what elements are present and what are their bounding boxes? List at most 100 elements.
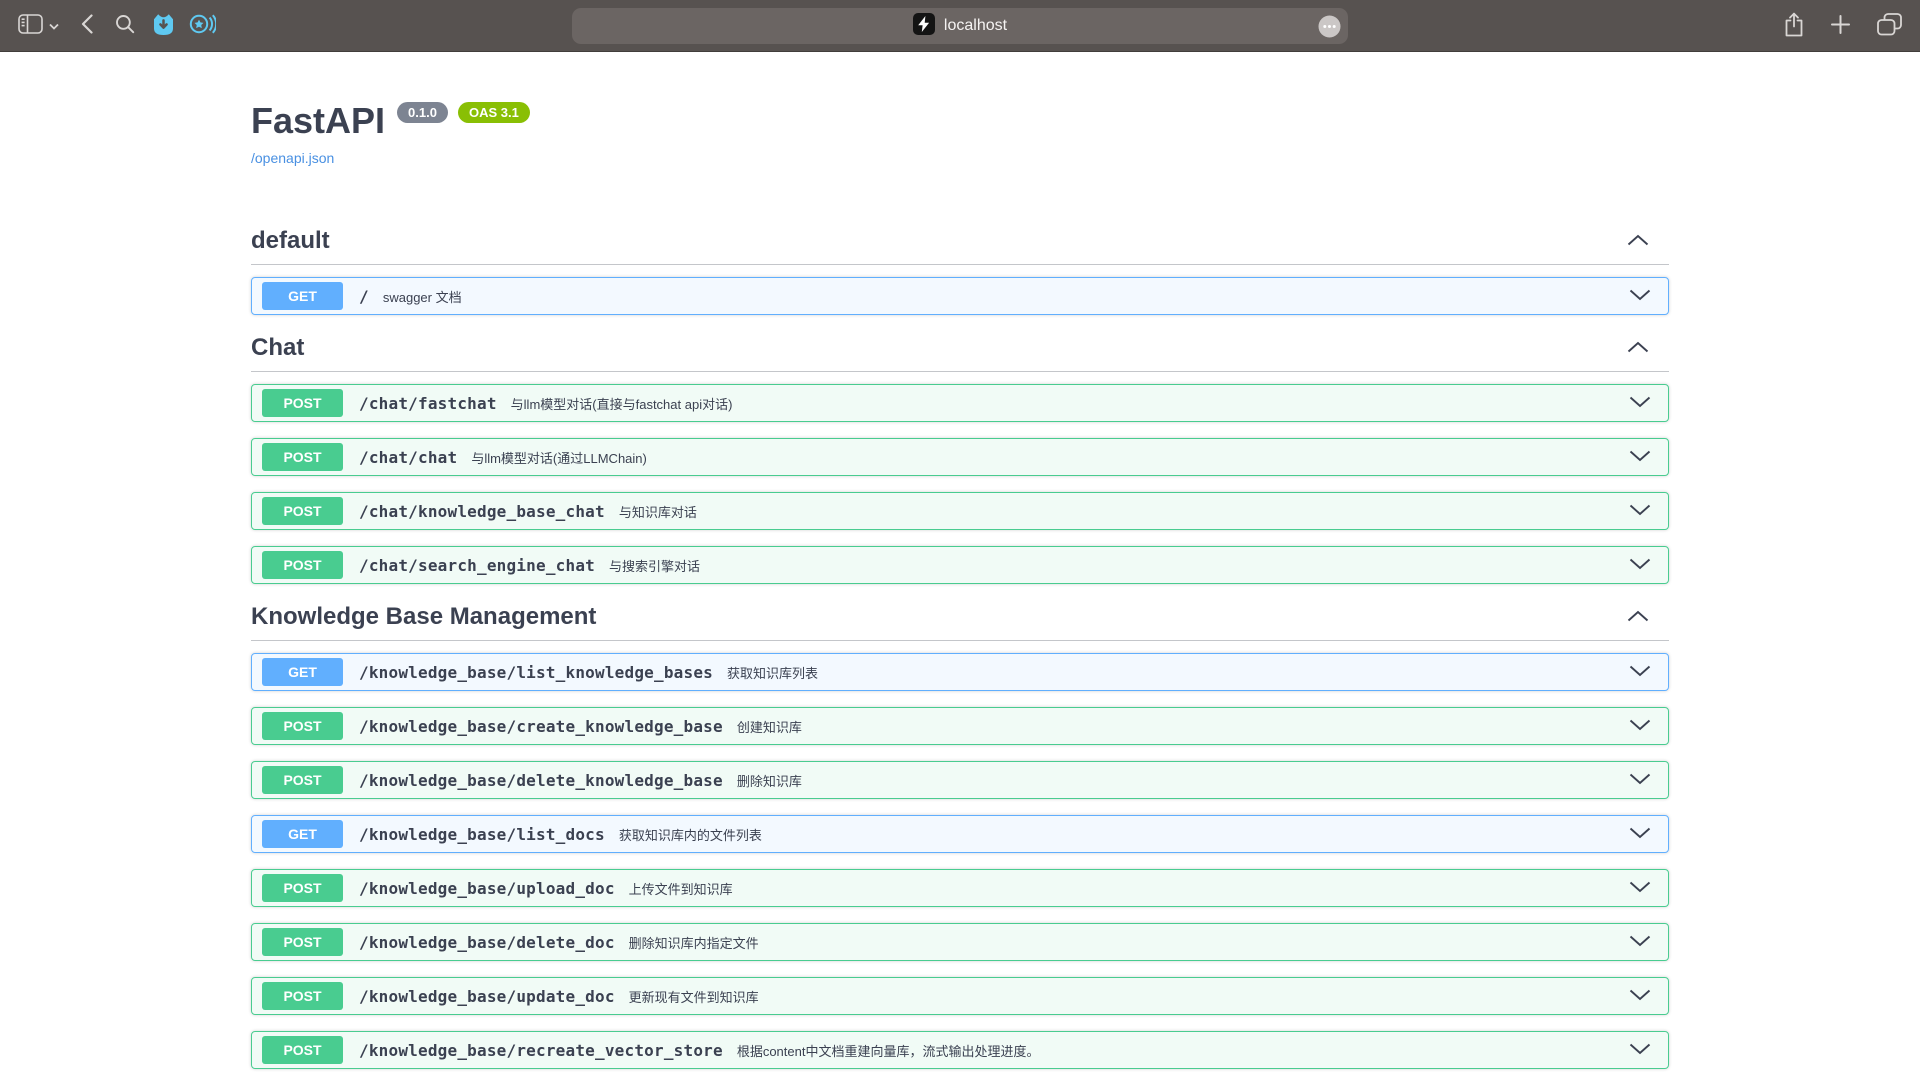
- api-title-text: FastAPI: [251, 100, 385, 142]
- chevron-down-icon: [1629, 719, 1651, 734]
- api-section: Chat POST /chat/fastchat 与llm模型对话(直接与fas…: [251, 333, 1669, 584]
- extension-shield-button[interactable]: [152, 12, 175, 39]
- method-badge: POST: [262, 928, 343, 956]
- endpoint-path: /knowledge_base/delete_doc: [359, 933, 615, 952]
- section-collapse-button[interactable]: [1615, 234, 1661, 249]
- endpoint-path: /: [359, 287, 369, 306]
- url-text: localhost: [944, 17, 1007, 35]
- url-bar[interactable]: localhost: [572, 8, 1348, 44]
- search-icon: [115, 14, 135, 37]
- chevron-down-icon: [1629, 827, 1651, 842]
- endpoint-description: 获取知识库列表: [727, 663, 818, 682]
- endpoint-path: /chat/knowledge_base_chat: [359, 502, 605, 521]
- browser-toolbar: localhost: [0, 0, 1920, 52]
- endpoint-description: 创建知识库: [737, 717, 802, 736]
- api-info: FastAPI 0.1.0 OAS 3.1 /openapi.json: [251, 100, 1669, 168]
- endpoint-row[interactable]: POST /knowledge_base/upload_doc 上传文件到知识库: [251, 869, 1669, 907]
- chevron-down-icon: [1629, 396, 1651, 411]
- endpoint-expand-button[interactable]: [1622, 989, 1658, 1004]
- endpoint-row[interactable]: POST /chat/knowledge_base_chat 与知识库对话: [251, 492, 1669, 530]
- chevron-up-icon: [1627, 610, 1649, 625]
- section-header[interactable]: Chat: [251, 333, 1669, 372]
- endpoint-expand-button[interactable]: [1622, 881, 1658, 896]
- method-badge: GET: [262, 820, 343, 848]
- endpoint-row[interactable]: POST /chat/search_engine_chat 与搜索引擎对话: [251, 546, 1669, 584]
- endpoint-expand-button[interactable]: [1622, 289, 1658, 304]
- chevron-down-icon: [1629, 558, 1651, 573]
- endpoint-description: 根据content中文档重建向量库，流式输出处理进度。: [737, 1041, 1040, 1060]
- oas-badge: OAS 3.1: [458, 102, 530, 123]
- method-badge: GET: [262, 658, 343, 686]
- chevron-up-icon: [1627, 234, 1649, 249]
- endpoint-description: 与知识库对话: [619, 502, 697, 521]
- new-tab-icon: [1831, 15, 1850, 37]
- page-more-button[interactable]: [1318, 15, 1341, 41]
- endpoint-expand-button[interactable]: [1622, 719, 1658, 734]
- endpoint-path: /chat/search_engine_chat: [359, 556, 595, 575]
- endpoint-row[interactable]: POST /chat/chat 与llm模型对话(通过LLMChain): [251, 438, 1669, 476]
- section-header[interactable]: Knowledge Base Management: [251, 602, 1669, 641]
- chevron-down-icon: [1629, 450, 1651, 465]
- sidebar-toggle-icon: [18, 14, 43, 37]
- tabs-overview-button[interactable]: [1877, 13, 1902, 39]
- endpoint-row[interactable]: POST /chat/fastchat 与llm模型对话(直接与fastchat…: [251, 384, 1669, 422]
- chevron-down-icon: [1629, 1043, 1651, 1058]
- endpoint-row[interactable]: POST /knowledge_base/delete_knowledge_ba…: [251, 761, 1669, 799]
- method-badge: POST: [262, 389, 343, 417]
- endpoint-path: /chat/fastchat: [359, 394, 497, 413]
- chevron-down-icon: [1629, 289, 1651, 304]
- endpoint-path: /chat/chat: [359, 448, 457, 467]
- endpoint-path: /knowledge_base/list_docs: [359, 825, 605, 844]
- page-title: FastAPI 0.1.0 OAS 3.1: [251, 100, 1669, 142]
- endpoint-path: /knowledge_base/delete_knowledge_base: [359, 771, 723, 790]
- search-button[interactable]: [115, 14, 135, 37]
- endpoint-expand-button[interactable]: [1622, 504, 1658, 519]
- back-button[interactable]: [81, 14, 93, 37]
- share-button[interactable]: [1784, 12, 1804, 40]
- extension-shield-icon: [152, 12, 175, 39]
- section-header[interactable]: default: [251, 226, 1669, 265]
- chevron-up-icon: [1627, 341, 1649, 356]
- endpoint-list: GET /knowledge_base/list_knowledge_bases…: [251, 641, 1669, 1069]
- endpoint-row[interactable]: POST /knowledge_base/create_knowledge_ba…: [251, 707, 1669, 745]
- endpoint-path: /knowledge_base/update_doc: [359, 987, 615, 1006]
- endpoint-expand-button[interactable]: [1622, 558, 1658, 573]
- method-badge: POST: [262, 497, 343, 525]
- endpoint-description: 与llm模型对话(通过LLMChain): [471, 448, 647, 467]
- section-collapse-button[interactable]: [1615, 341, 1661, 356]
- endpoint-expand-button[interactable]: [1622, 935, 1658, 950]
- method-badge: POST: [262, 982, 343, 1010]
- section-collapse-button[interactable]: [1615, 610, 1661, 625]
- endpoint-row[interactable]: GET /knowledge_base/list_knowledge_bases…: [251, 653, 1669, 691]
- endpoint-row[interactable]: POST /knowledge_base/recreate_vector_sto…: [251, 1031, 1669, 1069]
- endpoint-list: POST /chat/fastchat 与llm模型对话(直接与fastchat…: [251, 372, 1669, 584]
- api-section: default GET / swagger 文档: [251, 226, 1669, 315]
- section-title: Knowledge Base Management: [251, 602, 596, 632]
- endpoint-expand-button[interactable]: [1622, 773, 1658, 788]
- endpoint-row[interactable]: POST /knowledge_base/update_doc 更新现有文件到知…: [251, 977, 1669, 1015]
- endpoint-expand-button[interactable]: [1622, 665, 1658, 680]
- swagger-page: FastAPI 0.1.0 OAS 3.1 /openapi.json defa…: [251, 52, 1669, 1069]
- endpoint-description: 与搜索引擎对话: [609, 556, 700, 575]
- extension-radar-icon: [189, 12, 216, 39]
- endpoint-row[interactable]: POST /knowledge_base/delete_doc 删除知识库内指定…: [251, 923, 1669, 961]
- endpoint-expand-button[interactable]: [1622, 450, 1658, 465]
- sidebar-toggle-button[interactable]: [18, 14, 59, 37]
- tab-group-chevron-icon: [49, 18, 59, 33]
- chevron-down-icon: [1629, 665, 1651, 680]
- api-section: Knowledge Base Management GET /knowledge…: [251, 602, 1669, 1069]
- new-tab-button[interactable]: [1831, 15, 1850, 37]
- endpoint-row[interactable]: GET /knowledge_base/list_docs 获取知识库内的文件列…: [251, 815, 1669, 853]
- method-badge: POST: [262, 443, 343, 471]
- method-badge: POST: [262, 1036, 343, 1064]
- chevron-down-icon: [1629, 773, 1651, 788]
- endpoint-expand-button[interactable]: [1622, 827, 1658, 842]
- chevron-down-icon: [1629, 504, 1651, 519]
- method-badge: POST: [262, 874, 343, 902]
- endpoint-row[interactable]: GET / swagger 文档: [251, 277, 1669, 315]
- openapi-json-link[interactable]: /openapi.json: [251, 150, 334, 166]
- endpoint-expand-button[interactable]: [1622, 1043, 1658, 1058]
- endpoint-list: GET / swagger 文档: [251, 265, 1669, 315]
- extension-radar-button[interactable]: [189, 12, 216, 39]
- endpoint-expand-button[interactable]: [1622, 396, 1658, 411]
